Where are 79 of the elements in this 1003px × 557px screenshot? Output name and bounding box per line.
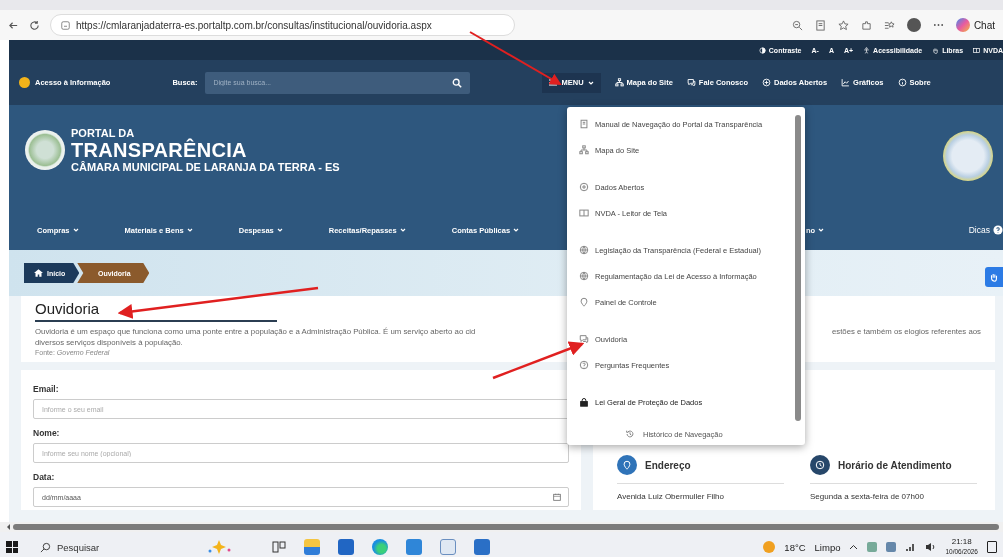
pin-icon <box>622 460 632 470</box>
profile-avatar[interactable] <box>906 18 921 32</box>
contact-title: Endereço <box>645 459 691 471</box>
field-label: Nome: <box>33 428 61 438</box>
caret-icon <box>513 227 520 233</box>
globe-icon <box>579 245 589 255</box>
field-label: Email: <box>33 384 60 394</box>
sitemap-icon <box>614 78 624 87</box>
tray-icon[interactable] <box>867 542 878 552</box>
temperature-text: 18°C <box>784 541 806 553</box>
chevron-icon[interactable] <box>849 544 859 550</box>
hand-icon <box>932 46 940 54</box>
reader-icon <box>579 208 589 218</box>
taskbar-search[interactable]: Pesquisar <box>36 535 176 557</box>
portal-title: TRANSPARÊNCIA <box>71 139 248 161</box>
weather-text: Limpo <box>814 541 841 553</box>
scrollbar-thumb[interactable] <box>795 115 801 421</box>
reader-icon[interactable] <box>814 19 826 31</box>
site-info-icon <box>61 20 70 30</box>
home-icon <box>34 269 43 277</box>
hand-icon <box>989 272 999 282</box>
history-icon <box>625 429 635 439</box>
store-icon[interactable] <box>338 539 354 555</box>
notification-icon[interactable] <box>987 541 997 553</box>
weather-icon[interactable] <box>763 541 776 553</box>
caret-icon <box>276 227 283 233</box>
folder-icon[interactable] <box>304 539 320 555</box>
browser-icon[interactable] <box>372 539 388 555</box>
contrast-icon <box>758 46 766 54</box>
portal-subtitle: PORTAL DA <box>71 127 135 139</box>
contact-title: Horário de Atendimento <box>838 459 952 471</box>
accessibility-button[interactable] <box>985 267 1003 287</box>
info-icon <box>897 78 907 87</box>
person-icon <box>863 46 871 54</box>
question-icon <box>579 360 589 370</box>
field-label: Data: <box>33 472 56 482</box>
horizontal-scrollbar[interactable] <box>0 522 1003 532</box>
caret-icon <box>186 227 193 233</box>
menu-icon <box>549 79 558 86</box>
zoom-icon[interactable] <box>791 19 803 31</box>
chat-icon <box>579 334 589 344</box>
sitemap-icon <box>579 145 589 155</box>
volume-icon[interactable] <box>925 542 937 552</box>
tips-link[interactable]: Dicas <box>968 225 1003 235</box>
caret-icon <box>72 227 79 233</box>
seal-logo <box>943 131 993 181</box>
pin-icon <box>579 297 589 307</box>
favorites-icon[interactable] <box>883 19 895 31</box>
database-icon <box>762 78 771 87</box>
chat-button[interactable]: Chat <box>955 18 995 32</box>
database-icon <box>579 182 589 192</box>
extensions-icon[interactable] <box>860 19 872 31</box>
start-icon[interactable] <box>6 541 18 553</box>
star-icon[interactable] <box>837 19 849 31</box>
chat-icon <box>686 78 696 87</box>
calendar-icon[interactable] <box>553 493 561 501</box>
lock-icon <box>579 397 589 407</box>
tray-icon[interactable] <box>886 542 897 552</box>
caret-icon <box>587 79 594 86</box>
address-bar[interactable]: https://cmlaranjadaterra-es.portaltp.com.br/consultas/institucional/ouvidoria.aspx <box>50 14 515 36</box>
caret-icon <box>399 227 406 233</box>
notepad-icon[interactable] <box>440 539 456 555</box>
caret-icon <box>818 227 825 233</box>
book-icon <box>579 119 589 129</box>
chamber-name: CÂMARA MUNICIPAL DE LARANJA DA TERRA - ES <box>71 161 340 173</box>
search-icon <box>40 541 51 553</box>
search-icon[interactable] <box>452 77 463 88</box>
task-view-icon[interactable] <box>272 540 286 554</box>
contact-text: Avenida Luiz Obermuller Filho <box>617 492 725 501</box>
refresh-button[interactable] <box>29 19 40 31</box>
page-title: Ouvidoria <box>35 300 277 322</box>
reader-icon <box>973 46 981 54</box>
chart-icon <box>841 78 851 87</box>
more-icon[interactable] <box>932 23 944 27</box>
globe-icon <box>579 271 589 281</box>
network-icon[interactable] <box>905 542 917 552</box>
clock-icon <box>815 460 825 470</box>
contact-text: Segunda a sexta-feira de 07h00 <box>810 492 925 501</box>
emblem-logo <box>25 130 65 170</box>
